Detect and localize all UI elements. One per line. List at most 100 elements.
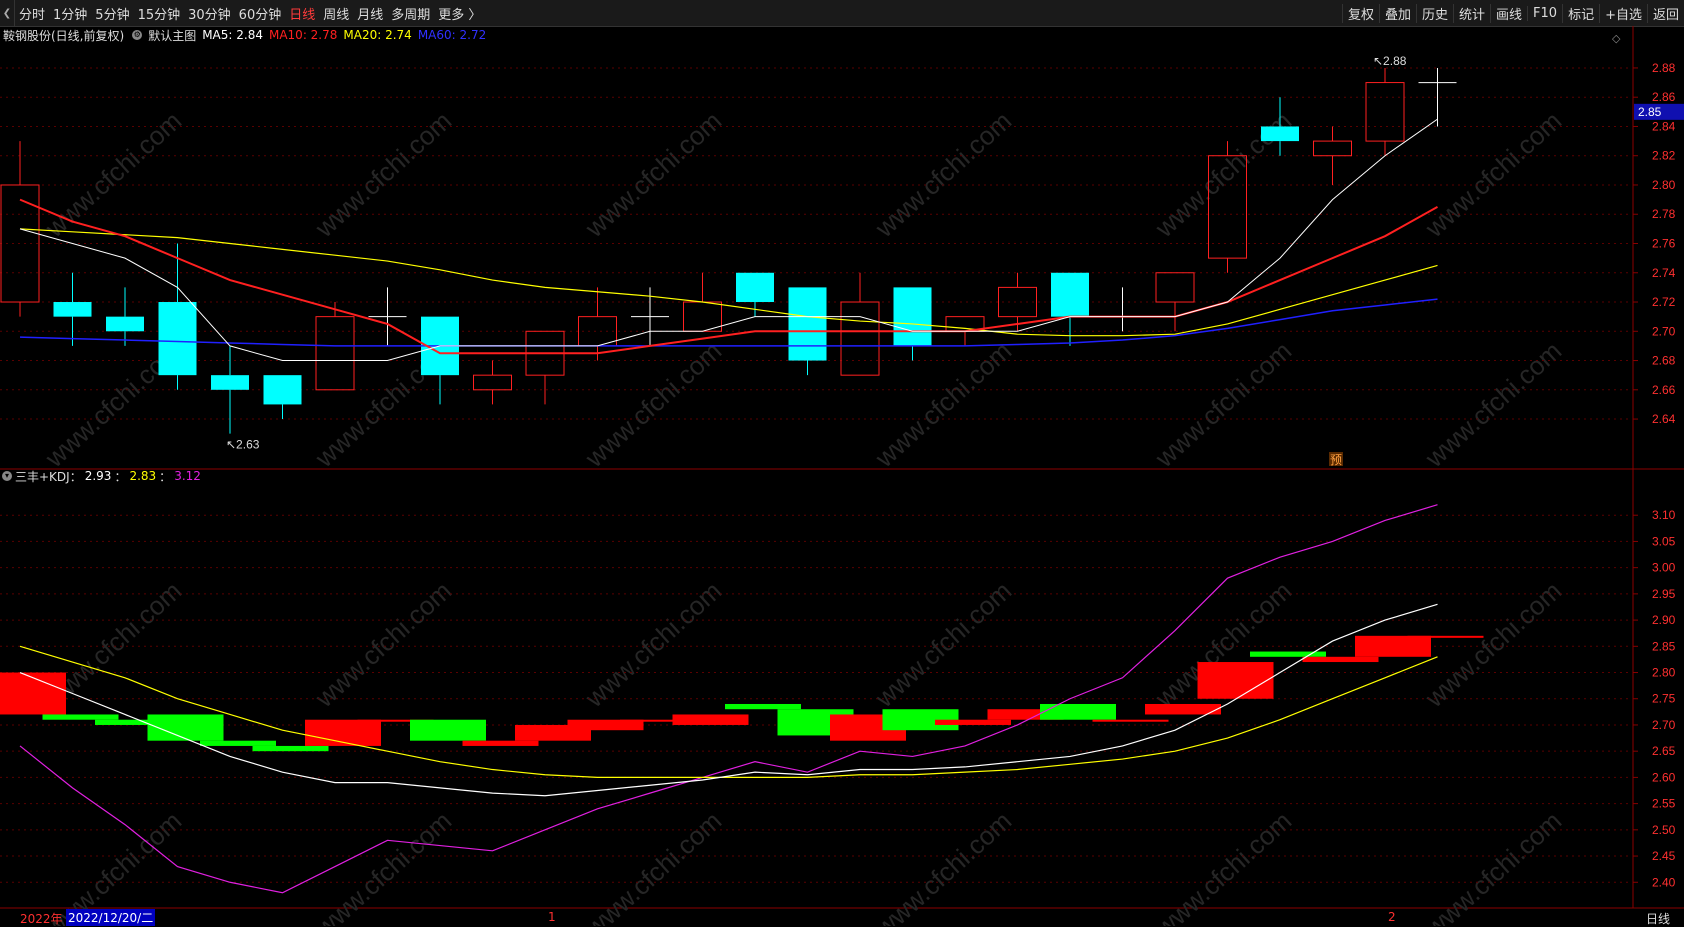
indicator-value-2: 2.83 [129, 469, 157, 483]
indicator-bar [1407, 635, 1484, 638]
adjust-button[interactable]: 复权 [1341, 3, 1379, 23]
tab-period[interactable]: 30分钟 [184, 4, 235, 23]
ma10-value: MA10: 2.78 [268, 28, 338, 42]
price-tick-label: 2.74 [1652, 266, 1676, 280]
candle-body [893, 287, 932, 346]
indicator-label[interactable]: 三丰+KDJ： [15, 468, 82, 485]
indicator-tick-label: 2.75 [1652, 692, 1676, 706]
f10-button[interactable]: F10 [1527, 5, 1562, 21]
candle-body [263, 375, 302, 405]
watermark-text: www.cfchi.com [869, 336, 1018, 474]
price-tick-label: 2.66 [1652, 383, 1676, 397]
time-axis: 2022年 2022/12/20/二 1 2 日线 [0, 908, 1684, 926]
candle-body [840, 301, 880, 376]
indicator-tick-label: 3.00 [1652, 561, 1676, 575]
ma20-value: MA20: 2.74 [343, 28, 412, 42]
diamond-icon: ◇ [1612, 32, 1621, 45]
tab-period[interactable]: 1分钟 [49, 4, 91, 23]
indicator-bar [462, 740, 539, 746]
indicator-bar [672, 714, 749, 725]
indicator-value-3: 3.12 [174, 469, 201, 483]
indicator-bar [1197, 662, 1274, 699]
draw-button[interactable]: 画线 [1490, 3, 1527, 23]
toolbar-actions: 复权 叠加 历史 统计 画线 F10 标记 +自选 返回 [1341, 0, 1684, 26]
indicator-tick-label: 2.40 [1652, 875, 1676, 889]
tab-period[interactable]: 月线 [353, 4, 387, 23]
back-button[interactable]: 返回 [1646, 3, 1684, 23]
candle-body [683, 301, 722, 332]
history-button[interactable]: 历史 [1415, 3, 1453, 23]
ma20-line [19, 228, 1438, 337]
collapse-icon[interactable]: ▾ [2, 471, 12, 481]
indicator-tick-label: 2.90 [1652, 613, 1676, 627]
candle-body [788, 287, 827, 361]
watermark-text: www.cfchi.com [309, 576, 458, 714]
indicator-value-1: 2.93 [84, 469, 112, 483]
main-chart-label[interactable]: 默认主图 [148, 27, 196, 44]
indicator-tick-label: 2.95 [1652, 587, 1676, 601]
candle-body [736, 272, 774, 303]
watermark-text: www.cfchi.com [1149, 336, 1298, 474]
indicator-tick-label: 2.45 [1652, 849, 1676, 863]
time-tick: 1 [548, 910, 556, 924]
tab-period[interactable]: 15分钟 [134, 4, 185, 23]
settings-icon[interactable]: ⚙ [132, 30, 143, 40]
indicator-bar [1355, 635, 1431, 657]
tab-period[interactable]: 5分钟 [91, 4, 133, 23]
tab-period[interactable]: 多周期 [387, 4, 434, 23]
price-tick-label: 2.84 [1652, 119, 1676, 133]
toolbar: ❮ 分时 1分钟 5分钟 15分钟 30分钟 60分钟 日线 周线 月线 多周期… [0, 0, 1684, 27]
indicator-sep: ： [114, 469, 127, 484]
indicator-bar [1302, 656, 1379, 663]
chart-area[interactable]: www.cfchi.com www.cfchi.com www.cfchi.com w… [0, 26, 1684, 926]
price-tick-label: 2.88 [1652, 61, 1676, 75]
mark-button[interactable]: 标记 [1562, 3, 1599, 23]
price-tick-label: 2.72 [1652, 295, 1676, 309]
price-tick-label: 2.64 [1652, 412, 1676, 426]
indicator-tick-label: 3.10 [1652, 508, 1676, 522]
candle-body [1051, 272, 1089, 317]
indicator-bar [725, 703, 801, 710]
candle-body [998, 286, 1037, 318]
tab-period[interactable]: 周线 [319, 4, 353, 23]
ma60-value: MA60: 2.72 [417, 28, 487, 42]
candle-body [315, 316, 355, 391]
stock-name[interactable]: 鞍钢股份(日线,前复权) [3, 27, 124, 44]
indicator-bar [1092, 719, 1169, 722]
candle-body [211, 375, 249, 390]
indicator-tick-label: 2.85 [1652, 639, 1676, 653]
tab-period[interactable]: 分时 [15, 4, 49, 23]
watermark-text: www.cfchi.com [579, 336, 728, 474]
candle-body [1313, 140, 1352, 157]
date-label: 2022/12/20/二 [66, 909, 156, 926]
ma5-value: MA5: 2.84 [202, 28, 263, 42]
year-label: 2022年 [20, 912, 63, 926]
forecast-badge-label: 预 [1330, 453, 1342, 467]
overlay-button[interactable]: 叠加 [1378, 3, 1416, 23]
watermark-text: www.cfchi.com [579, 576, 728, 714]
period-tabs: ❮ 分时 1分钟 5分钟 15分钟 30分钟 60分钟 日线 周线 月线 多周期… [0, 0, 485, 26]
price-tick-label: 2.80 [1652, 178, 1676, 192]
period-label[interactable]: 日线 [1646, 910, 1670, 927]
tab-period[interactable]: 60分钟 [235, 4, 286, 23]
price-tick-label: 2.76 [1652, 237, 1676, 251]
price-tick-label: 2.70 [1652, 324, 1676, 338]
tab-period-daily[interactable]: 日线 [285, 4, 319, 23]
candle-body [106, 316, 144, 332]
low-price-label: ↖2.63 [226, 438, 260, 452]
stats-button[interactable]: 统计 [1453, 3, 1490, 23]
candle-body [1365, 82, 1405, 142]
current-price-label: 2.85 [1638, 105, 1662, 119]
indicator-tick-label: 2.80 [1652, 666, 1676, 680]
more-menu[interactable]: 更多 〉 [434, 4, 485, 23]
watermark-text: www.cfchi.com [1419, 576, 1568, 714]
add-watchlist-button[interactable]: +自选 [1599, 3, 1647, 23]
collapse-icon[interactable]: ❮ [0, 0, 15, 26]
time-tick: 2 [1388, 910, 1396, 924]
indicator-bar [935, 719, 1011, 725]
indicator-tick-label: 2.70 [1652, 718, 1676, 732]
candle-body [473, 374, 512, 391]
candle-body [158, 302, 197, 376]
indicator-bar [410, 719, 486, 741]
indicator-bar [200, 740, 276, 746]
